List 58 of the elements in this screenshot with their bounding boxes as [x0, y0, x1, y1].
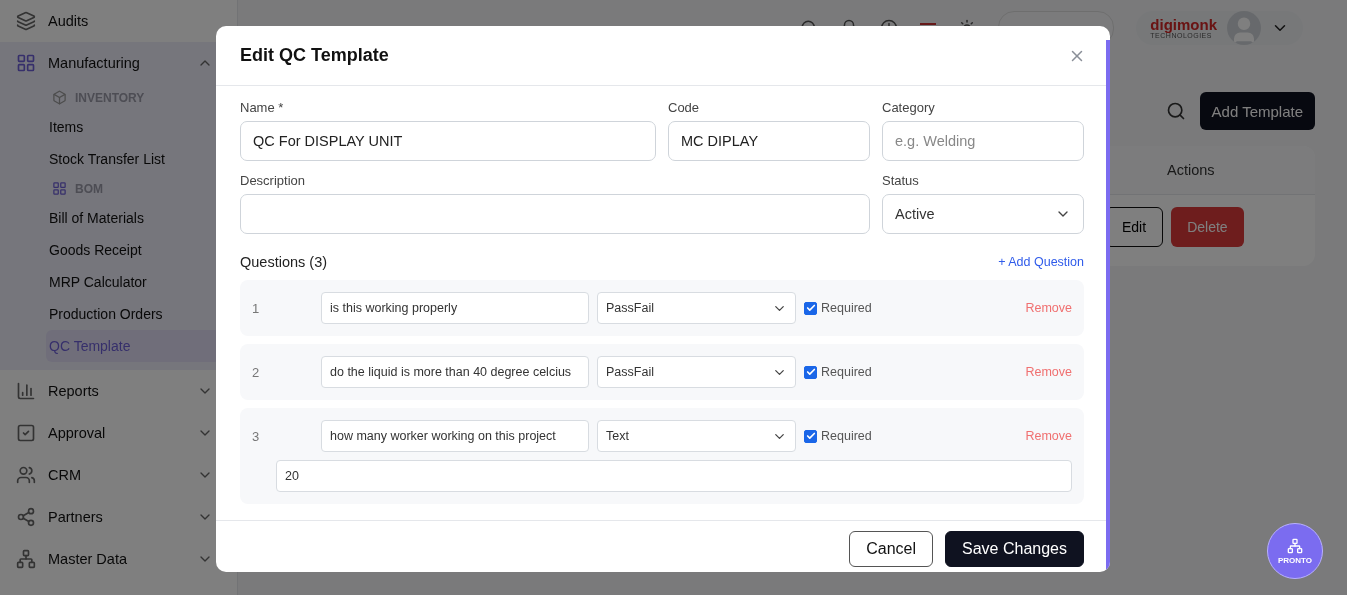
add-template-button[interactable]: Add Template — [1199, 92, 1315, 130]
required-checkbox[interactable] — [804, 429, 817, 443]
sidebar-item[interactable]: Audits — [0, 0, 237, 42]
cancel-button[interactable]: Cancel — [849, 531, 934, 567]
question-input[interactable]: how many worker working on this project — [321, 420, 589, 452]
remove-button[interactable]: Remove — [1025, 301, 1072, 315]
sidebar-item[interactable]: CRM — [0, 454, 237, 496]
layers-icon — [16, 11, 36, 31]
network-icon — [1287, 537, 1303, 554]
modal-title: Edit QC Template — [240, 45, 389, 66]
checkbox-icon — [16, 423, 36, 443]
input-field[interactable]: QC For DISPLAY UNIT — [240, 121, 656, 161]
required-checkbox[interactable] — [804, 301, 817, 315]
type-select[interactable]: PassFail — [597, 292, 796, 324]
input-field[interactable]: e.g. Welding — [882, 121, 1084, 161]
question-number: 2 — [252, 364, 261, 380]
type-select[interactable]: PassFail — [597, 356, 796, 388]
hierarchy-icon — [16, 549, 36, 569]
sidebar-item[interactable]: Partners — [0, 496, 237, 538]
remove-button[interactable]: Remove — [1025, 429, 1072, 443]
assistant-button[interactable]: PRONTO — [1267, 523, 1323, 579]
users-icon — [16, 465, 36, 485]
chart-icon — [16, 381, 36, 401]
field-label: Status — [882, 173, 920, 188]
add-question-link[interactable]: + Add Question — [998, 255, 1084, 269]
delete-button[interactable]: Delete — [1171, 207, 1244, 247]
required-checkbox[interactable] — [804, 365, 817, 379]
question-input[interactable]: do the liquid is more than 40 degree celcius — [321, 356, 589, 388]
question-input[interactable]: is this working properly — [321, 292, 589, 324]
sidebar-item[interactable]: Reports — [0, 370, 237, 412]
field-label: Category — [882, 100, 936, 115]
field-label: Description — [240, 173, 307, 188]
required-label: Required — [821, 365, 872, 379]
question-number: 1 — [252, 300, 261, 316]
sidebar-item[interactable]: Manufacturing — [0, 42, 237, 84]
input-field[interactable] — [240, 194, 870, 234]
scrollbar[interactable] — [1106, 40, 1110, 572]
grid-icon — [16, 53, 36, 73]
brand-name: digimonk — [1150, 17, 1217, 32]
type-select[interactable]: Text — [597, 420, 796, 452]
remove-button[interactable]: Remove — [1025, 365, 1072, 379]
share-icon — [16, 507, 36, 527]
box-icon — [52, 90, 67, 105]
column-header: Actions — [1167, 162, 1215, 178]
field-label: Code — [668, 100, 701, 115]
required-label: Required — [821, 429, 872, 443]
input-field[interactable]: MC DIPLAY — [668, 121, 870, 161]
sidebar-item[interactable]: Approval — [0, 412, 237, 454]
grid-icon — [52, 181, 67, 196]
answer-input[interactable]: 20 — [276, 460, 1072, 492]
question-number: 3 — [252, 428, 261, 444]
sidebar-item[interactable]: Master Data — [0, 538, 237, 580]
search-icon[interactable] — [1165, 101, 1186, 121]
field-label: Name * — [240, 100, 285, 115]
questions-heading: Questions (3) — [240, 254, 328, 270]
required-label: Required — [821, 301, 872, 315]
select-field[interactable]: Active — [882, 194, 1084, 234]
save-button[interactable]: Save Changes — [945, 531, 1084, 567]
